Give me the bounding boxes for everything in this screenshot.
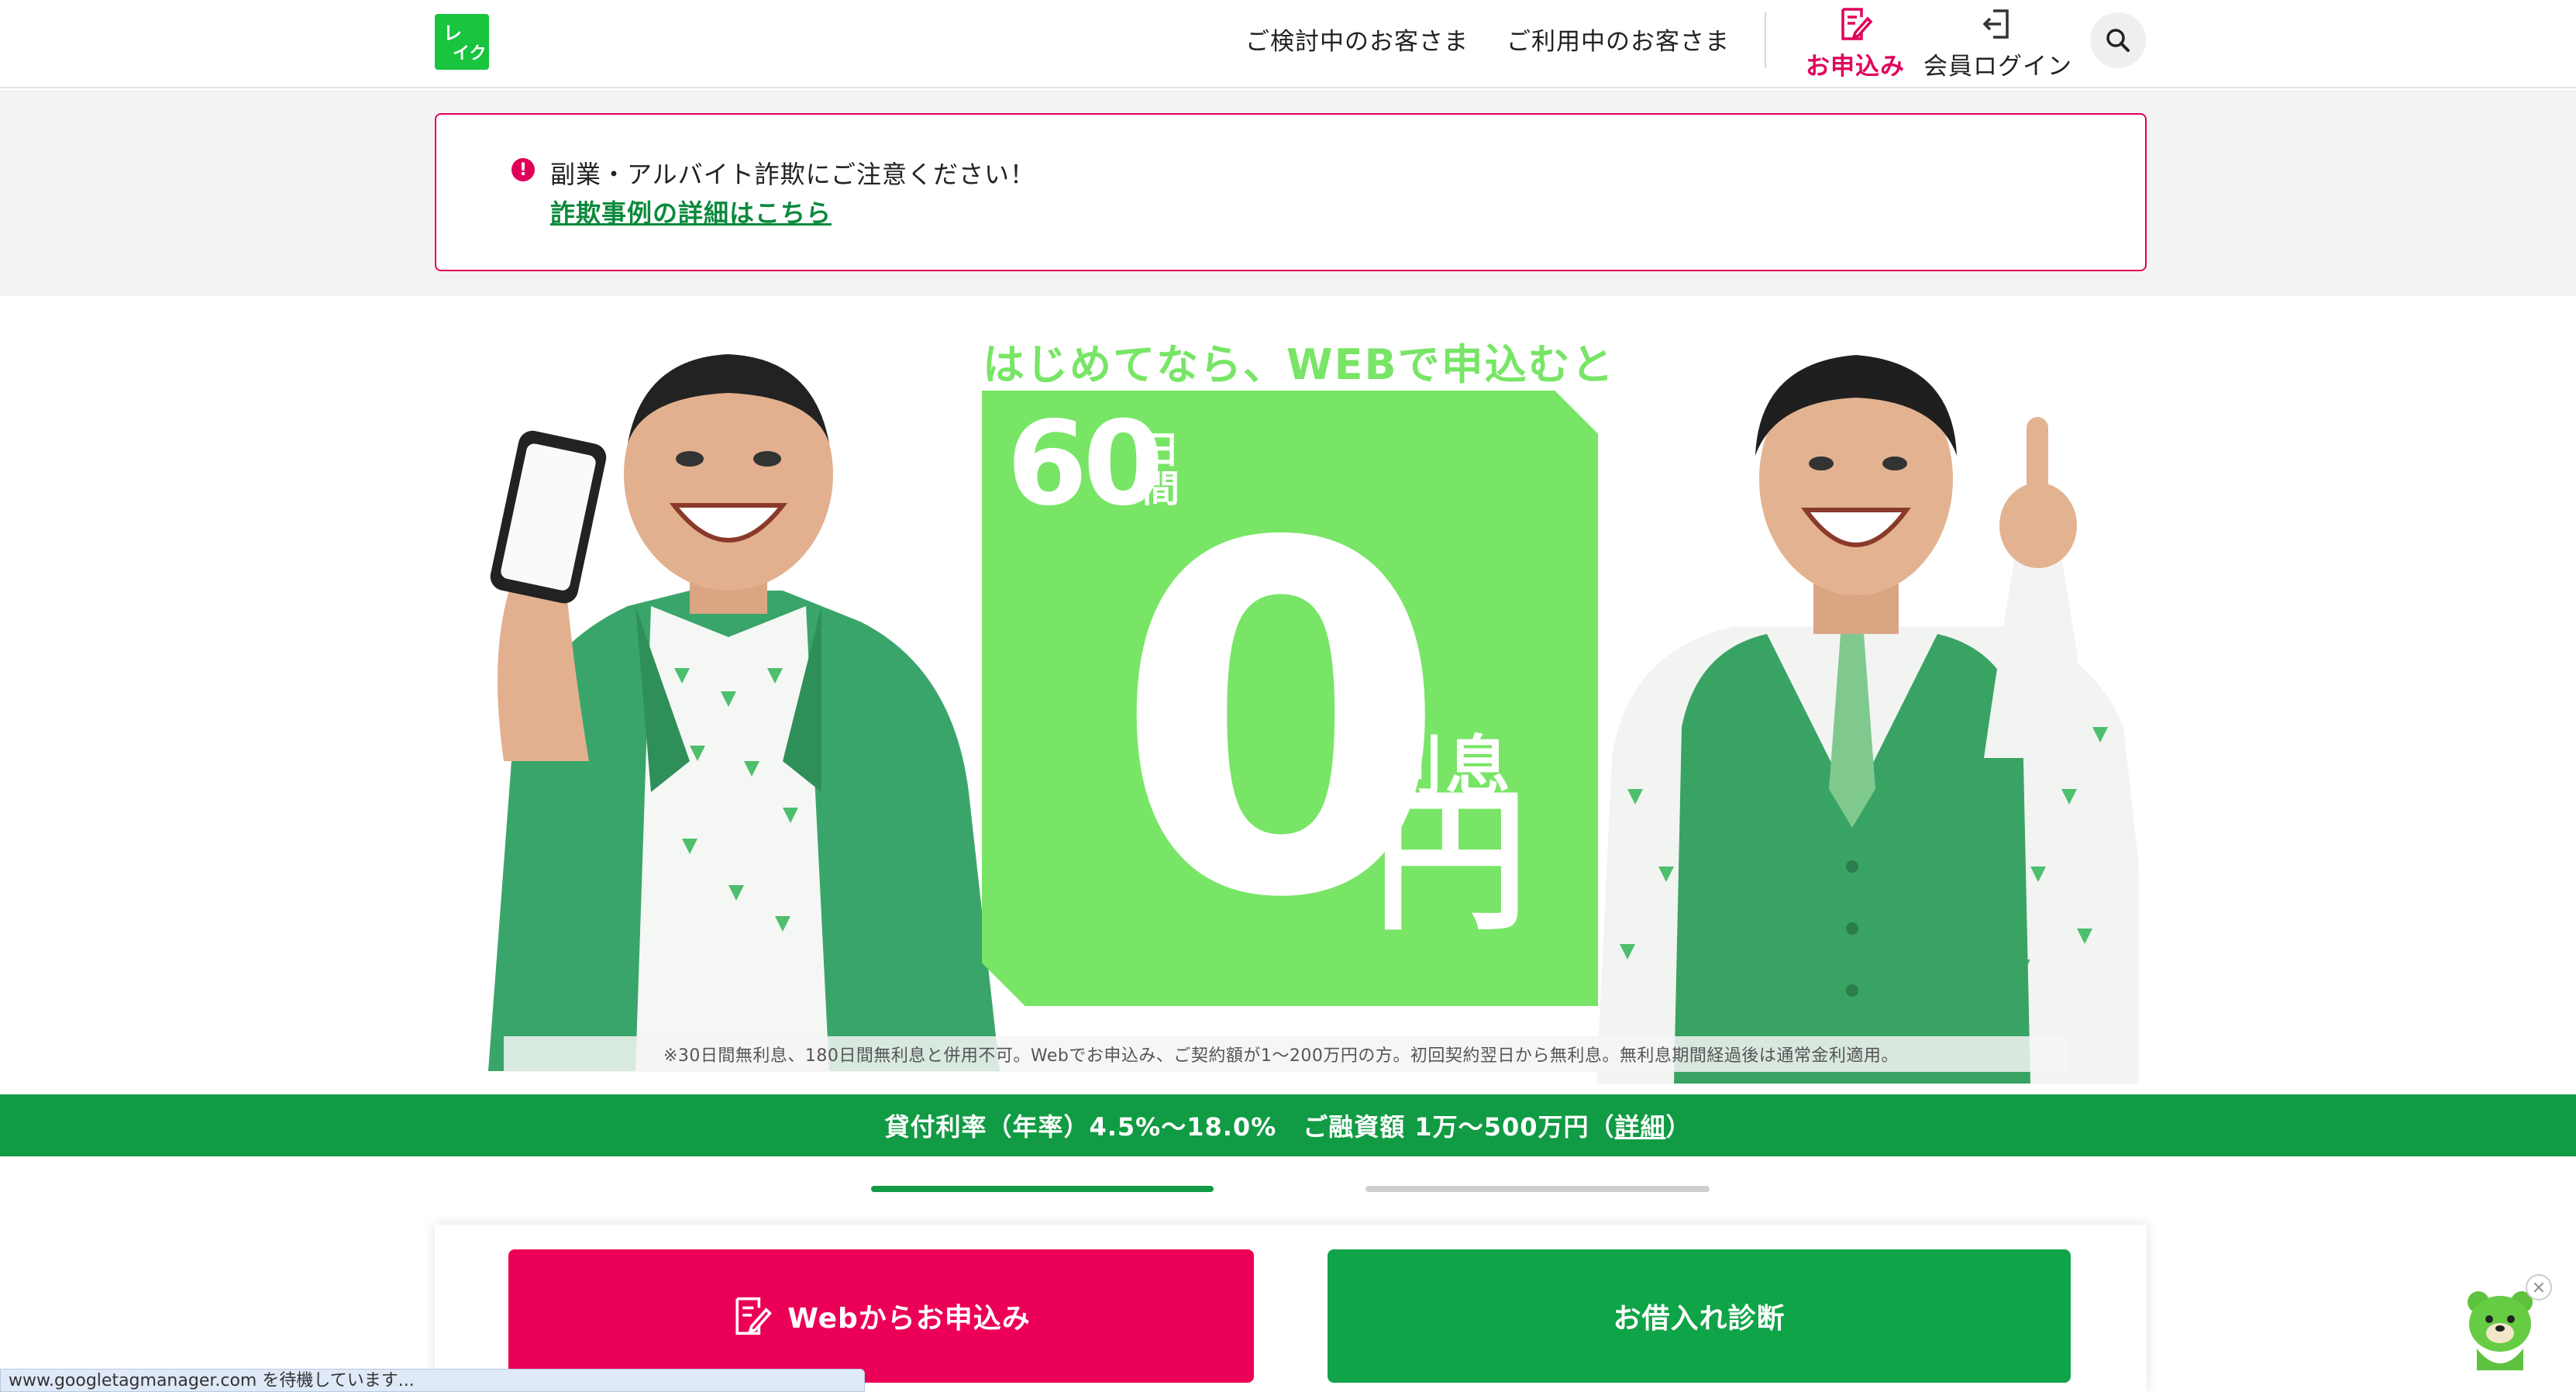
fraud-notice: ! 副業・アルバイト詐欺にご注意ください！ 詐欺事例の詳細はこちら (435, 113, 2147, 271)
nav-apply-label: お申込み (1806, 53, 1905, 81)
search-icon (2106, 29, 2130, 52)
web-apply-button[interactable]: Webからお申込み (508, 1249, 1254, 1383)
bear-mascot-icon[interactable] (2463, 1285, 2537, 1370)
search-button[interactable] (2090, 12, 2146, 68)
right-person-image (1596, 355, 2139, 1084)
nav-divider (1765, 12, 1766, 68)
login-door-icon (1982, 9, 2009, 39)
promo-disclaimer: ※30日間無利息、180日間無利息と併用不可。Webでお申込み、ご契約額が1～2… (663, 1046, 1899, 1066)
application-form-icon (1841, 8, 1872, 40)
slide-indicator-1[interactable] (871, 1186, 1214, 1192)
svg-text:イク: イク (453, 44, 485, 64)
application-form-icon (735, 1297, 773, 1335)
loan-limit-text: ご融資額 1万～500万円（ (1303, 1112, 1615, 1142)
fraud-details-link[interactable]: 詐欺事例の詳細はこちら (550, 194, 832, 229)
loan-diagnosis-button[interactable]: お借入れ診断 (1328, 1249, 2071, 1383)
hero-headline: はじめてなら、WEBで申込むと (983, 340, 1615, 389)
nav-apply[interactable]: お申込み (1806, 6, 1905, 81)
mascot-close-icon[interactable]: × (2526, 1274, 2552, 1301)
lake-logo[interactable]: レ イク (435, 14, 489, 70)
loan-rate-bar: 貸付利率（年率）4.5%～18.0% ご融資額 1万～500万円（ 詳細 ） (0, 1094, 2576, 1156)
hero-banner[interactable]: はじめてなら、WEBで申込むと 60 日間 0 利息 円 ※30日間無利息、18… (0, 296, 2576, 1094)
loan-limit-close: ） (1665, 1112, 1692, 1142)
nav-current-customers[interactable]: ご利用中のお客さま (1507, 22, 1730, 57)
logo-mark-icon: レ イク (443, 22, 485, 64)
browser-status-bar: www.googletagmanager.com を待機しています... (0, 1369, 865, 1392)
nav-prospective-customers[interactable]: ご検討中のお客さま (1245, 22, 1469, 57)
nav-login-label: 会員ログイン (1923, 53, 2072, 81)
loan-diagnosis-label: お借入れ診断 (1613, 1303, 1786, 1335)
slide-indicator-2[interactable] (1365, 1186, 1710, 1192)
fraud-notice-text: 副業・アルバイト詐欺にご注意ください！ (550, 160, 1036, 189)
web-apply-label: Webからお申込み (787, 1303, 1031, 1335)
site-header: レ イク ご検討中のお客さま ご利用中のお客さま お申込み 会員ログイン (0, 0, 2576, 88)
left-person-image (488, 354, 1000, 1071)
rate-details-link[interactable]: 詳細 (1614, 1108, 1665, 1143)
interest-rate-text: 貸付利率（年率）4.5%～18.0% (884, 1112, 1277, 1142)
nav-login[interactable]: 会員ログイン (1923, 6, 2072, 81)
promo-yen-label: 円 (1373, 771, 1529, 952)
alert-icon: ! (511, 158, 535, 181)
zero-interest-promo: 60 日間 0 利息 円 (982, 391, 1598, 1006)
svg-text:レ: レ (443, 22, 462, 44)
